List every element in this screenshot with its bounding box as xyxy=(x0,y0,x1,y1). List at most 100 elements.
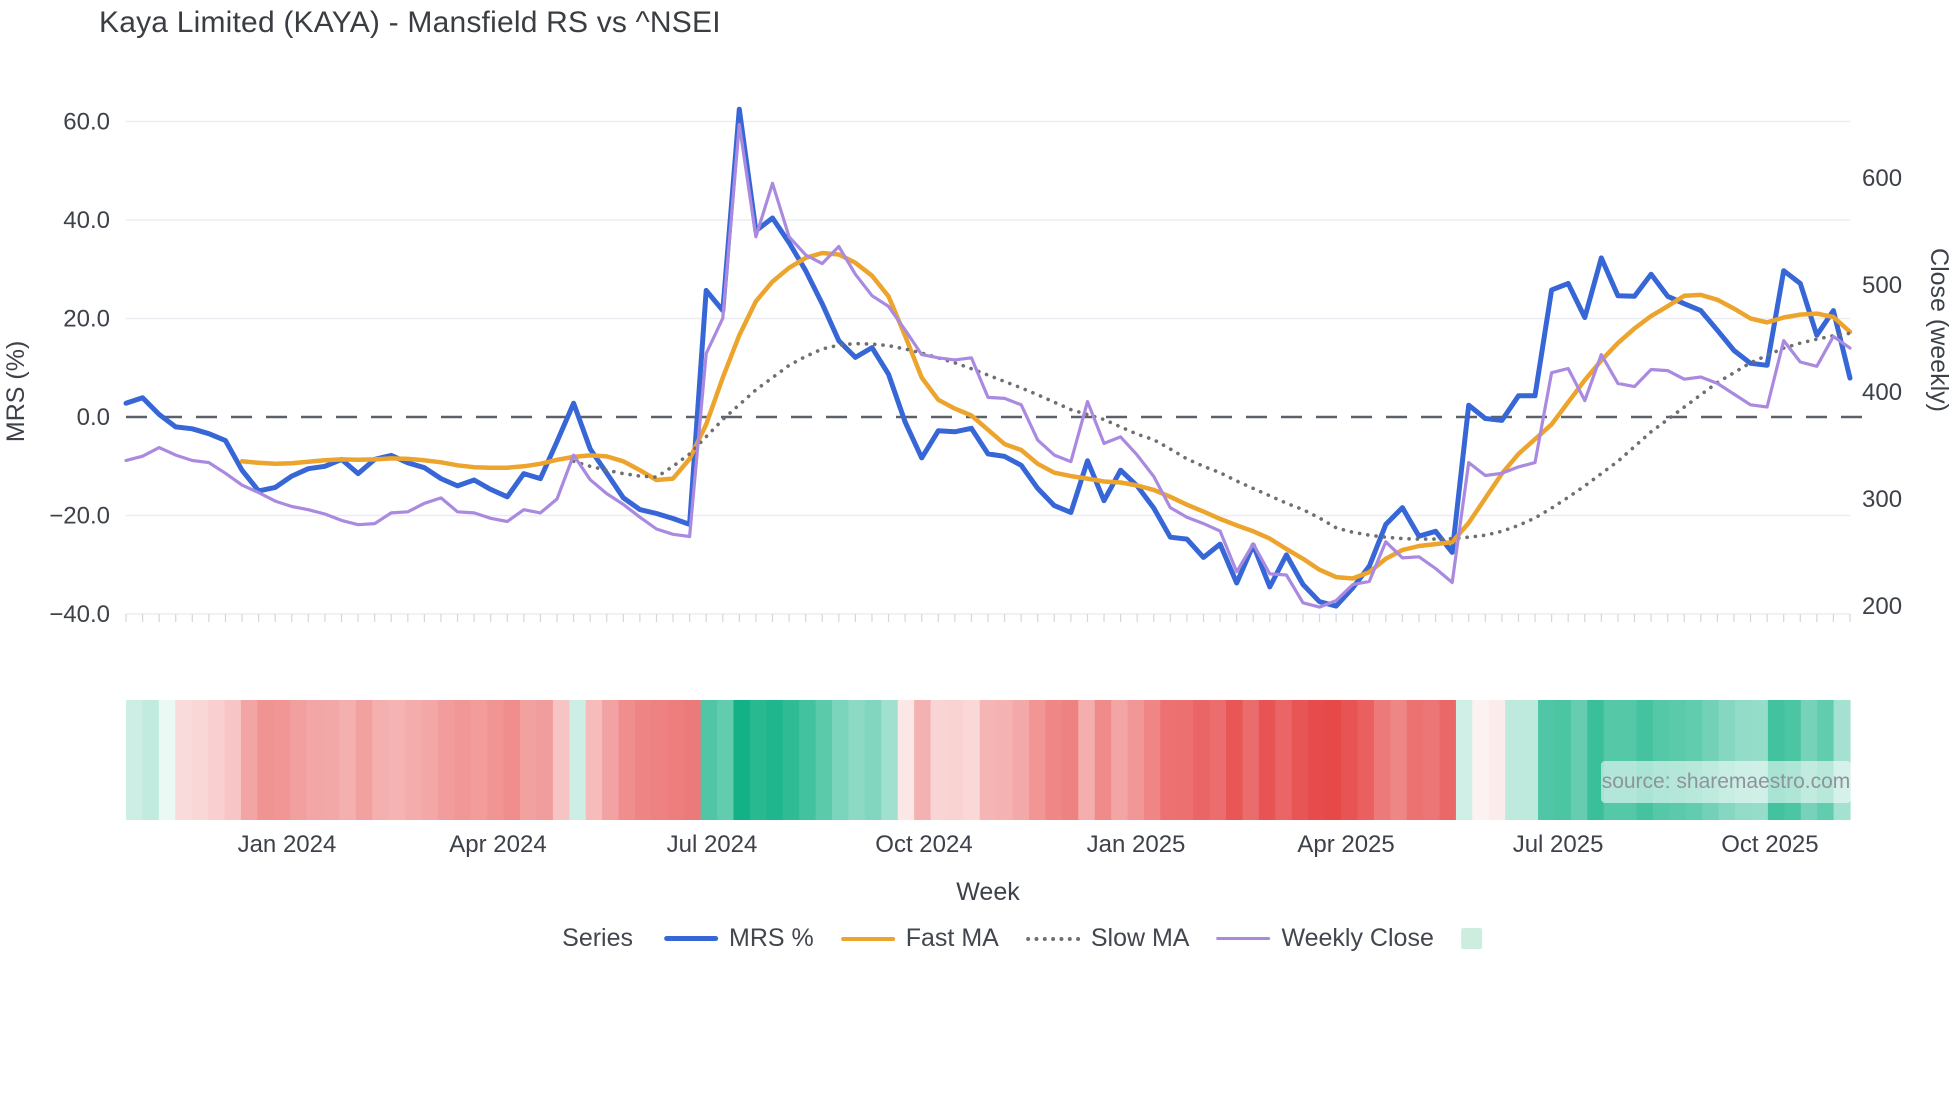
x-tick-label: Oct 2024 xyxy=(875,831,972,858)
chart-figure: Kaya Limited (KAYA) - Mansfield RS vs ^N… xyxy=(0,0,1960,1102)
y-axis-right-title: Close (weekly) xyxy=(1925,248,1953,412)
y-left-tick-label: −20.0 xyxy=(49,503,110,530)
legend-item-fast-ma[interactable]: Fast MA xyxy=(840,924,999,953)
heatmap-cell xyxy=(815,700,833,820)
heatmap-cell xyxy=(996,700,1014,820)
heatmap-cell xyxy=(487,700,505,820)
heatmap-cell xyxy=(1423,700,1441,820)
y-right-tick-label: 500 xyxy=(1862,272,1902,299)
heatmap-cell xyxy=(1127,700,1145,820)
heatmap-cell xyxy=(1061,700,1079,820)
heatmap-cell xyxy=(1505,700,1523,820)
heatmap-cell xyxy=(1324,700,1342,820)
heatmap-cell xyxy=(1406,700,1424,820)
y-right-tick-label: 300 xyxy=(1862,486,1902,513)
heatmap-cell xyxy=(1357,700,1375,820)
heatmap-cell xyxy=(1143,700,1161,820)
heatmap-cell xyxy=(1111,700,1129,820)
x-tick-label: Apr 2024 xyxy=(449,831,546,858)
heatmap-cell xyxy=(946,700,964,820)
y-left-tick-label: 0.0 xyxy=(77,404,110,431)
y-left-tick-label: −40.0 xyxy=(49,601,110,628)
heatmap-cell xyxy=(1341,700,1359,820)
heatmap-cell xyxy=(405,700,423,820)
heatmap-cell xyxy=(1094,700,1112,820)
x-tick-label: Apr 2025 xyxy=(1297,831,1394,858)
heatmap-cell xyxy=(684,700,702,820)
heatmap-cell xyxy=(585,700,603,820)
heatmap-cell xyxy=(1176,700,1194,820)
heatmap-cell xyxy=(240,700,258,820)
heatmap-cell xyxy=(1308,700,1326,820)
heatmap-cell xyxy=(388,700,406,820)
heatmap-cell xyxy=(1291,700,1309,820)
legend-item-weekly-close[interactable]: Weekly Close xyxy=(1216,924,1434,953)
heatmap-cell xyxy=(339,700,357,820)
heatmap-cell xyxy=(1045,700,1063,820)
y-right-tick-label: 400 xyxy=(1862,379,1902,406)
heatmap-cell xyxy=(930,700,948,820)
heatmap-cell xyxy=(224,700,242,820)
heatmap-cell xyxy=(700,700,718,820)
heatmap-cell xyxy=(897,700,915,820)
heatmap-cell xyxy=(602,700,620,820)
legend-title: Series xyxy=(562,924,634,952)
heatmap-cell xyxy=(257,700,275,820)
heatmap-cell xyxy=(766,700,784,820)
heatmap-cell xyxy=(1029,700,1047,820)
heatmap-cell xyxy=(126,700,144,820)
x-tick-label: Jan 2024 xyxy=(238,831,337,858)
legend-item-mrs[interactable]: MRS % xyxy=(664,924,814,953)
heatmap-cell xyxy=(323,700,341,820)
heatmap-cell xyxy=(1242,700,1260,820)
y-axis-left-title: MRS (%) xyxy=(2,340,30,443)
heatmap-cell xyxy=(158,700,176,820)
legend-label: MRS % xyxy=(729,924,814,952)
heatmap-cell xyxy=(520,700,538,820)
heatmap-cell xyxy=(1521,700,1539,820)
legend-label: Slow MA xyxy=(1090,924,1190,952)
heatmap-cell xyxy=(306,700,324,820)
heatmap-cell xyxy=(1390,700,1408,820)
heatmap-cell xyxy=(733,700,751,820)
heatmap-cell xyxy=(848,700,866,820)
heatmap-cell xyxy=(470,700,488,820)
heatmap-cell xyxy=(1472,700,1490,820)
legend-label: Weekly Close xyxy=(1281,924,1434,952)
heatmap-cell xyxy=(273,700,291,820)
heatmap-cell xyxy=(503,700,521,820)
heatmap-cell xyxy=(191,700,209,820)
x-tick-label: Jul 2024 xyxy=(667,831,758,858)
heatmap-cell xyxy=(717,700,735,820)
source-watermark: source: sharemaestro.com xyxy=(1601,761,1851,803)
heatmap-cell xyxy=(1226,700,1244,820)
y-left-tick-label: 40.0 xyxy=(63,207,110,234)
legend-swatch-slow-ma xyxy=(1025,936,1080,941)
legend-label: Fast MA xyxy=(905,924,999,952)
legend-item-slow-ma[interactable]: Slow MA xyxy=(1025,924,1190,953)
heatmap-cell xyxy=(1488,700,1506,820)
x-tick-label: Jul 2025 xyxy=(1513,831,1604,858)
heatmap-cell xyxy=(454,700,472,820)
heatmap-cell xyxy=(1160,700,1178,820)
heatmap-cell xyxy=(1193,700,1211,820)
x-axis-title: Week xyxy=(956,878,1020,906)
heatmap-cell xyxy=(979,700,997,820)
heatmap-cell xyxy=(1554,700,1572,820)
heatmap-cell xyxy=(749,700,767,820)
heatmap-cell xyxy=(667,700,685,820)
heatmap-cell xyxy=(1373,700,1391,820)
legend-item-heat-strip[interactable] xyxy=(1460,928,1482,949)
heatmap-cell xyxy=(552,700,570,820)
weekly-close-line xyxy=(124,122,1852,609)
heatmap-cell xyxy=(651,700,669,820)
y-left-tick-label: 60.0 xyxy=(63,109,110,136)
heatmap-cell xyxy=(881,700,899,820)
heatmap-cell xyxy=(142,700,160,820)
heatmap-cell xyxy=(569,700,587,820)
legend-swatch-heat-strip xyxy=(1460,928,1482,949)
heatmap-cell xyxy=(864,700,882,820)
heatmap-cell xyxy=(536,700,554,820)
heatmap-cell xyxy=(832,700,850,820)
mrs-line xyxy=(123,106,1853,609)
